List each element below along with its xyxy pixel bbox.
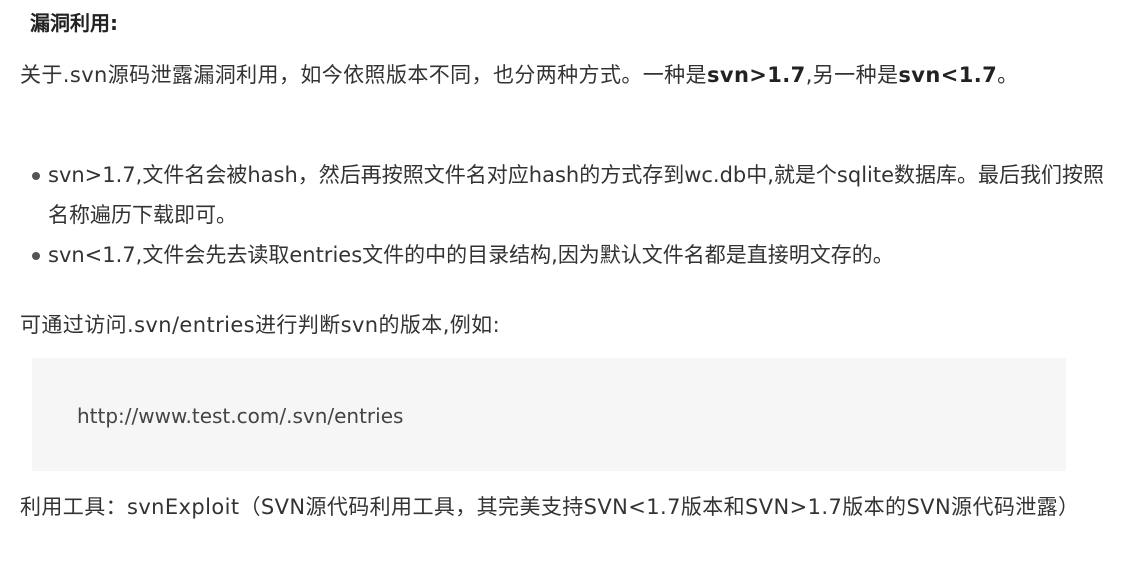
code-url[interactable]: http://www.test.com/.svn/entries [77, 396, 403, 436]
tool-paragraph: 利用工具：svnExploit（SVN源代码利用工具，其完美支持SVN<1.7版… [20, 495, 1080, 519]
list-item: svn<1.7,文件会先去读取entries文件的中的目录结构,因为默认文件名都… [30, 235, 1110, 275]
section-heading: 漏洞利用: [30, 11, 118, 35]
list-item-text: svn<1.7,文件会先去读取entries文件的中的目录结构,因为默认文件名都… [48, 243, 894, 267]
intro-bold-version-new: svn>1.7 [706, 63, 806, 87]
intro-paragraph: 关于.svn源码泄露漏洞利用，如今依照版本不同，也分两种方式。一种是svn>1.… [20, 55, 1110, 95]
version-list: svn>1.7,文件名会被hash，然后再按照文件名对应hash的方式存到wc.… [30, 155, 1110, 275]
intro-bold-version-old: svn<1.7 [898, 63, 998, 87]
code-block: http://www.test.com/.svn/entries [32, 358, 1066, 471]
intro-text-1: 关于.svn源码泄露漏洞利用，如今依照版本不同，也分两种方式。一种是 [20, 63, 707, 87]
bullet-icon [32, 172, 40, 180]
intro-text-3: 。 [997, 63, 1019, 87]
intro-text-2: ,另一种是 [805, 63, 899, 87]
check-paragraph: 可通过访问.svn/entries进行判断svn的版本,例如: [20, 313, 501, 337]
list-item: svn>1.7,文件名会被hash，然后再按照文件名对应hash的方式存到wc.… [30, 155, 1110, 235]
bullet-icon [32, 252, 40, 260]
article-content: 漏洞利用: 关于.svn源码泄露漏洞利用，如今依照版本不同，也分两种方式。一种是… [0, 0, 1136, 578]
list-item-text: svn>1.7,文件名会被hash，然后再按照文件名对应hash的方式存到wc.… [48, 163, 1105, 227]
